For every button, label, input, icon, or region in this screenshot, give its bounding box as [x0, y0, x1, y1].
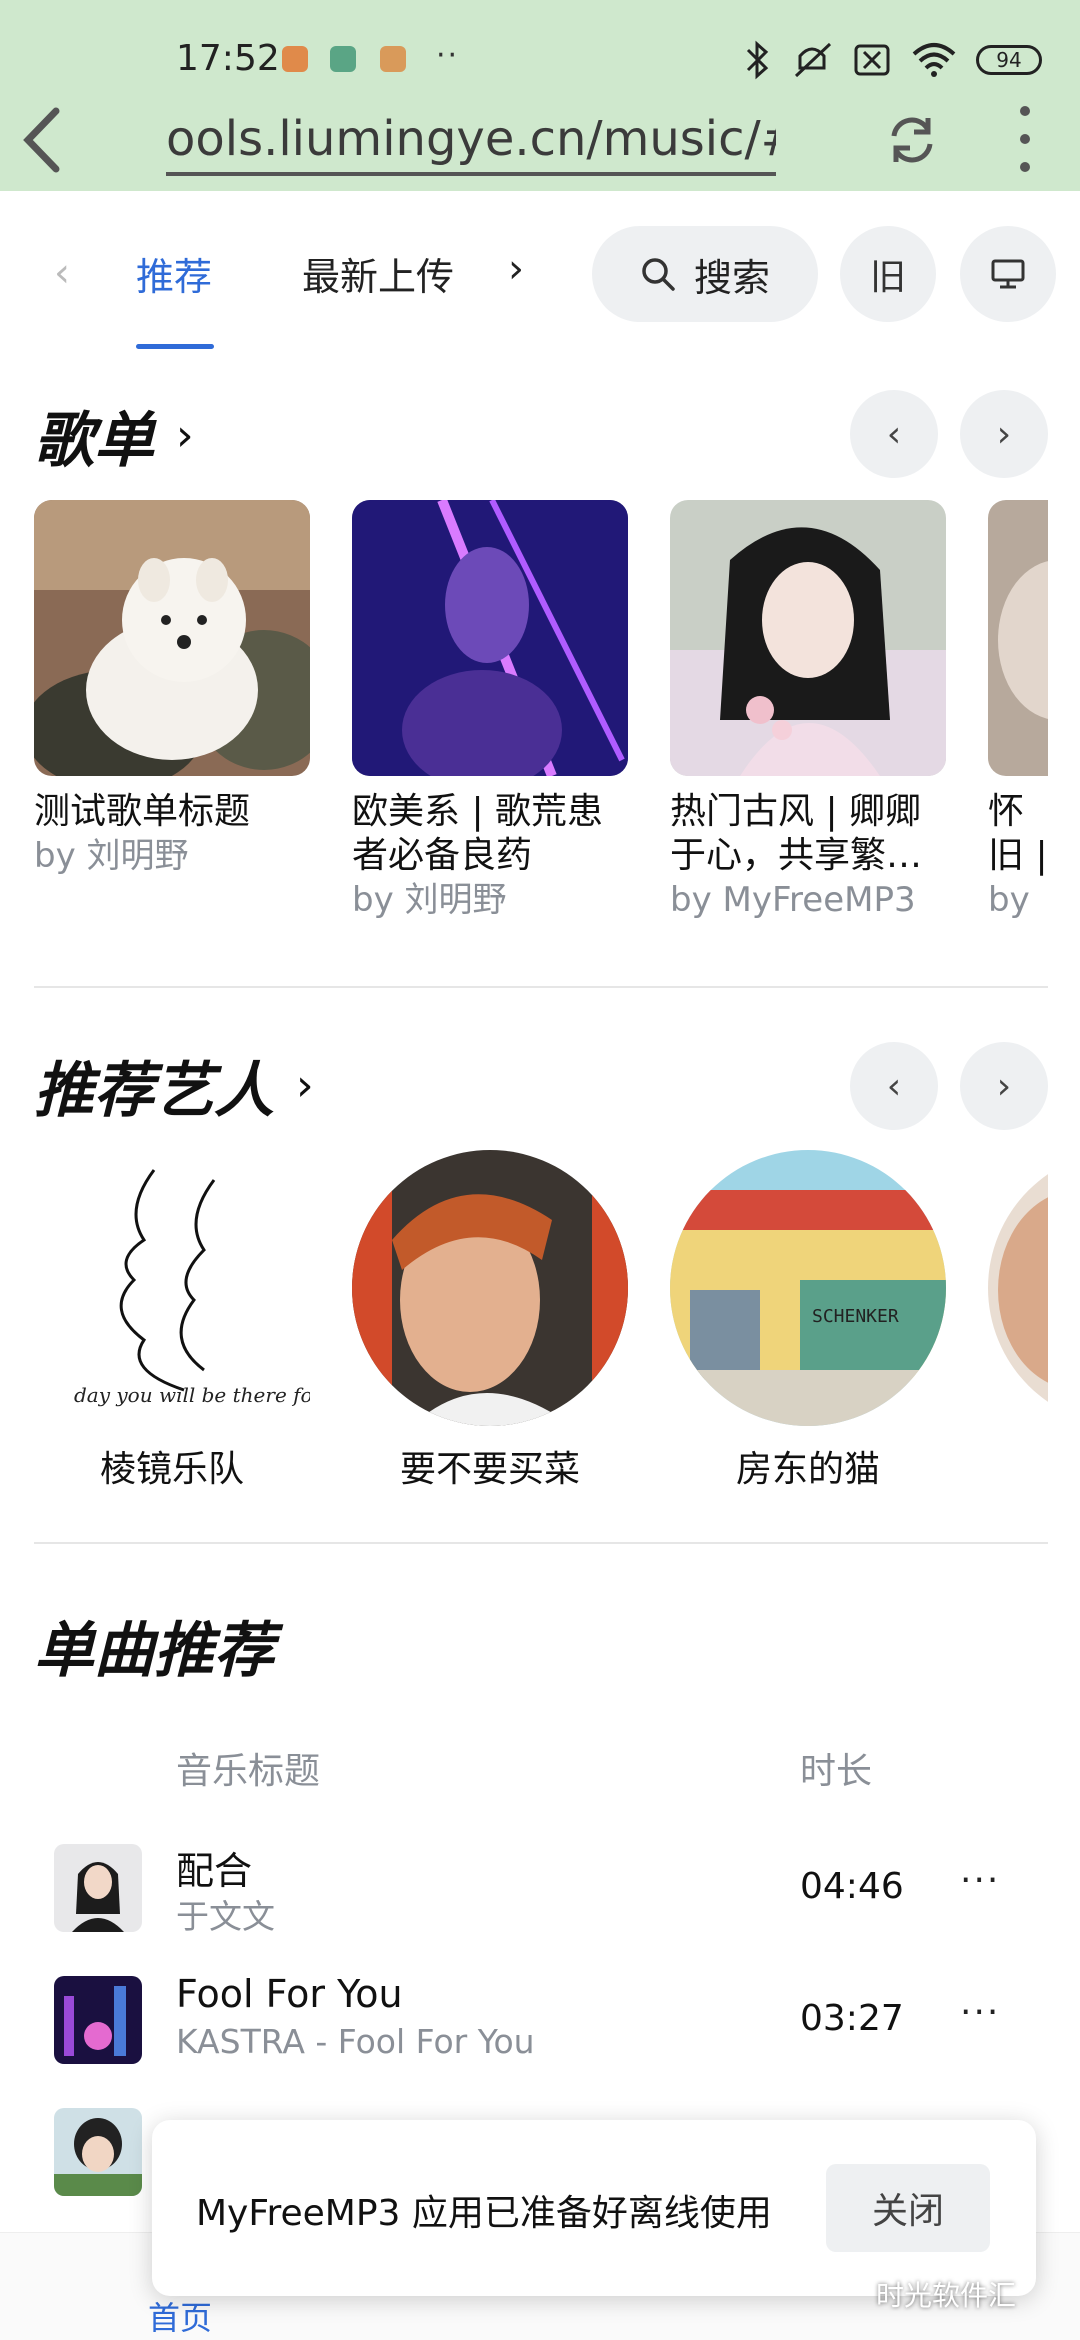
- song-title: 配合: [176, 1849, 253, 1893]
- playlist-card[interactable]: 欧美系 | 歌荒患者必备良药 by 刘明野: [352, 500, 628, 922]
- watermark: 时光软件汇: [876, 2279, 1017, 2312]
- playlist-card[interactable]: 测试歌单标题 by 刘明野: [34, 500, 310, 878]
- no-sim-icon: [854, 44, 890, 76]
- more-options-icon[interactable]: ···: [960, 1860, 1000, 1901]
- back-icon[interactable]: [20, 105, 64, 175]
- songs-heading: 单曲推荐: [34, 1602, 274, 1689]
- artist-name: 要不要买菜: [399, 1449, 580, 1490]
- bottom-nav-home[interactable]: 首页: [148, 2293, 212, 2339]
- tabs-prev-icon[interactable]: ‹: [54, 250, 70, 296]
- monitor-icon: [991, 259, 1025, 289]
- column-title-header: 音乐标题: [176, 1751, 321, 1792]
- playlist-cover: [352, 500, 628, 776]
- artists-title: 推荐艺人: [34, 1056, 274, 1126]
- desktop-mode-button[interactable]: [960, 226, 1056, 322]
- song-row[interactable]: 配合 于文文 04:46 ···: [0, 1836, 1080, 1946]
- bluetooth-icon: [746, 40, 769, 80]
- chevron-right-icon: ›: [176, 410, 194, 461]
- playlist-cover: [670, 500, 946, 776]
- url-field[interactable]: ools.liumingye.cn/music/#/: [166, 110, 776, 176]
- playlist-card[interactable]: 怀旧 | 时 by: [988, 500, 1048, 922]
- chevron-right-icon: ›: [296, 1060, 314, 1111]
- playlists-heading[interactable]: 歌单 ›: [34, 392, 194, 479]
- playlist-title: 怀旧 | 时: [988, 791, 1048, 876]
- active-tab-indicator: [136, 344, 214, 349]
- search-label: 搜索: [693, 255, 770, 300]
- playlist-cover: [988, 500, 1048, 776]
- more-dots-icon: ··: [436, 38, 460, 73]
- playlist-author: by 刘明野: [34, 836, 189, 876]
- artist-item[interactable]: day you will be there for 棱镜乐队: [34, 1150, 310, 1492]
- wifi-icon: [912, 43, 956, 77]
- column-duration-header: 时长: [800, 1751, 873, 1792]
- browser-chrome: 17:52 ·· 94 ools.liumingye.cn/music/#/: [0, 0, 1080, 191]
- section-divider: [34, 986, 1048, 988]
- tab-latest-upload[interactable]: 最新上传: [302, 246, 454, 301]
- song-duration: 04:46: [800, 1866, 904, 1907]
- artist-item[interactable]: [988, 1150, 1048, 1440]
- overflow-menu-icon[interactable]: [1010, 106, 1040, 172]
- artists-prev-button[interactable]: ‹: [850, 1042, 938, 1130]
- reload-icon[interactable]: [884, 112, 940, 168]
- playlist-title: 欧美系 | 歌荒患者必备良药: [352, 791, 604, 876]
- status-icons: 94: [744, 40, 1042, 80]
- artist-name: 棱镜乐队: [99, 1449, 244, 1490]
- playlists-prev-button[interactable]: ‹: [850, 390, 938, 478]
- playlists-title: 歌单: [34, 406, 154, 476]
- artists-heading[interactable]: 推荐艺人 ›: [34, 1042, 314, 1129]
- app-notif-icon: [330, 46, 356, 72]
- song-cover: [54, 2108, 142, 2196]
- status-time: 17:52: [176, 38, 280, 79]
- tabs-next-icon[interactable]: ›: [508, 246, 524, 292]
- artist-avatar: SCHENKER: [670, 1150, 946, 1426]
- artist-item[interactable]: SCHENKER 房东的猫: [670, 1150, 946, 1492]
- song-artist: KASTRA - Fool For You: [176, 2022, 535, 2061]
- svg-text:SCHENKER: SCHENKER: [812, 1306, 899, 1327]
- song-cover: [54, 1976, 142, 2064]
- song-row[interactable]: Fool For You KASTRA - Fool For You 03:27…: [0, 1968, 1080, 2078]
- mute-icon: [794, 42, 832, 78]
- artist-avatar: [988, 1150, 1048, 1426]
- song-title: Fool For You: [176, 1972, 403, 2016]
- playlist-author: by: [988, 880, 1030, 920]
- toast-message: MyFreeMP3 应用已准备好离线使用: [196, 2193, 772, 2234]
- search-button[interactable]: 搜索: [592, 226, 818, 322]
- playlist-title: 热门古风 | 卿卿于心，共享繁…: [670, 791, 923, 876]
- song-duration: 03:27: [800, 1998, 904, 2039]
- playlist-author: by MyFreeMP3: [670, 880, 916, 920]
- old-version-button[interactable]: 旧: [840, 226, 936, 322]
- song-cover: [54, 1844, 142, 1932]
- tab-recommend[interactable]: 推荐: [136, 246, 212, 301]
- search-icon: [642, 258, 675, 291]
- artist-item[interactable]: 要不要买菜: [352, 1150, 628, 1492]
- more-options-icon[interactable]: ···: [960, 1992, 1000, 2033]
- artist-name: 房东的猫: [735, 1449, 880, 1490]
- offline-ready-toast: MyFreeMP3 应用已准备好离线使用 关闭: [152, 2120, 1036, 2296]
- svg-text:day you will be there for: day you will be there for: [74, 1383, 310, 1407]
- playlist-title: 测试歌单标题: [34, 791, 251, 832]
- old-version-label: 旧: [869, 257, 906, 298]
- songs-title: 单曲推荐: [34, 1616, 274, 1686]
- playlist-card[interactable]: 热门古风 | 卿卿于心，共享繁… by MyFreeMP3: [670, 500, 946, 922]
- playlist-author: by 刘明野: [352, 880, 507, 920]
- app-notif-icon: [282, 46, 308, 72]
- toast-close-button[interactable]: 关闭: [826, 2164, 990, 2252]
- song-artist: 于文文: [176, 1897, 275, 1936]
- section-divider: [34, 1542, 1048, 1544]
- artists-next-button[interactable]: ›: [960, 1042, 1048, 1130]
- playlists-next-button[interactable]: ›: [960, 390, 1048, 478]
- battery-icon: 94: [976, 45, 1042, 75]
- app-notif-icon: [380, 46, 406, 72]
- artist-avatar: day you will be there for: [34, 1150, 310, 1426]
- artist-avatar: [352, 1150, 628, 1426]
- playlist-cover: [34, 500, 310, 776]
